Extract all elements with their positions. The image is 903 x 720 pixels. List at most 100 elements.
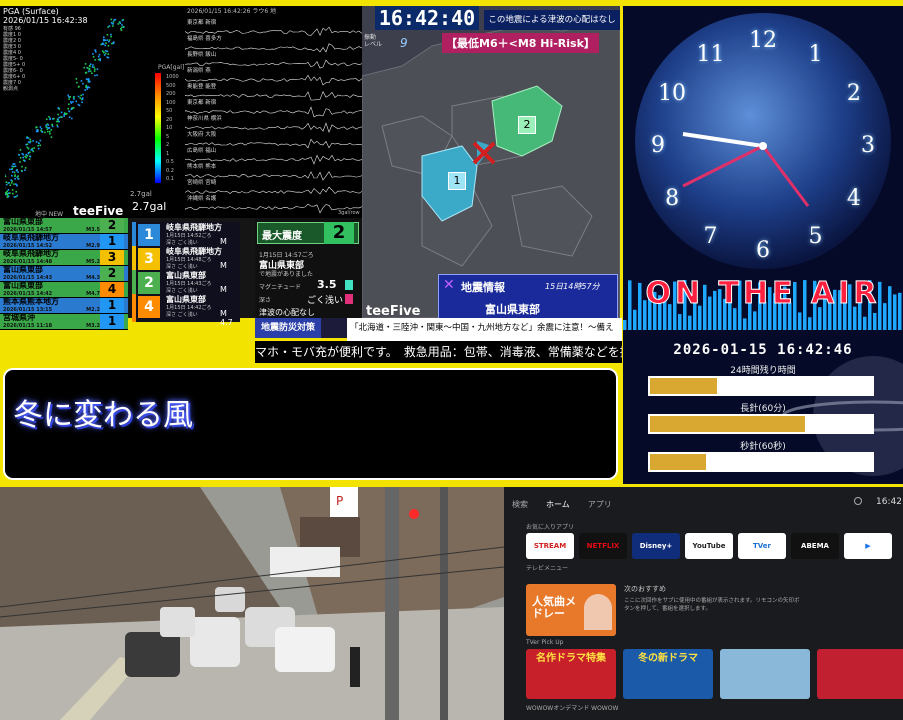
history-row[interactable]: 富山県東部 2026/01/15 14:43 M4.3 2 bbox=[0, 266, 128, 282]
tsunami-message: この地震による津波の心配はなし bbox=[484, 10, 620, 30]
wave-footer: 3gal/row bbox=[338, 210, 360, 216]
app-tile[interactable]: NETFLIX bbox=[579, 533, 627, 559]
pga-station-dot bbox=[72, 101, 74, 103]
scale-tick: 50 bbox=[166, 107, 179, 116]
recommend-thumb[interactable]: 人気曲メドレー bbox=[526, 584, 616, 636]
pga-station-dot bbox=[68, 103, 70, 105]
map-brand-logo: teeFive bbox=[366, 304, 420, 318]
wave-station-label: 大阪府 大阪 bbox=[187, 130, 216, 138]
history-row[interactable]: 富山県東部 2026/01/15 14:57 M3.5 2 bbox=[0, 218, 128, 234]
pga-station-dot bbox=[70, 101, 72, 103]
pga-station-dot bbox=[106, 39, 108, 41]
history-row[interactable]: 宮城県沖 2026/01/15 11:18 M3.2 1 bbox=[0, 314, 128, 330]
scale-tick: 0.2 bbox=[166, 167, 179, 176]
disaster-prep-band: 地震防災対策 「北海道・三陸沖・関東〜中国・九州地方など」余震に注意！〜備えを〜 bbox=[255, 318, 622, 338]
earthquake-map-panel: 1 2 振動 レベル 9 【最低M6＋<M8 Hi-Risk】 teeFive … bbox=[362, 6, 620, 318]
pga-scale-ticks: 1000 500 200 100 50 20 10 5 2 1 0.5 0.2 0.1 bbox=[166, 73, 179, 184]
pga-station-dot bbox=[112, 25, 114, 27]
tv-footer: WOWOWオンデマンド WOWOW bbox=[526, 703, 618, 712]
app-tile[interactable]: ABEMA bbox=[791, 533, 839, 559]
gal-small: 2.7gal bbox=[130, 190, 152, 198]
pga-station-dot bbox=[103, 52, 105, 54]
history-row[interactable]: 熊本県熊本地方 2026/01/15 13:15 M2.2 1 bbox=[0, 298, 128, 314]
wave-station-label: 奥能登 能登 bbox=[187, 82, 216, 90]
pga-station-dot bbox=[88, 81, 90, 83]
pick-tile[interactable] bbox=[720, 649, 810, 699]
card-depth: 深さ ごく浅い bbox=[166, 287, 198, 294]
app-tile[interactable]: YouTube bbox=[685, 533, 733, 559]
pga-station-dot bbox=[119, 21, 121, 23]
pga-station-dot bbox=[86, 85, 88, 87]
pga-station-dot bbox=[85, 86, 87, 88]
history-region: 富山県東部 bbox=[3, 218, 100, 226]
history-intensity: 2 bbox=[100, 266, 124, 281]
quake-history-panel: 富山県東部 2026/01/15 14:57 M3.5 2 岐阜県飛騨地方 2026/01… bbox=[0, 218, 362, 318]
pga-station-dot bbox=[46, 118, 48, 120]
pga-station-dot bbox=[107, 51, 109, 53]
pga-station-dot bbox=[111, 43, 113, 45]
tv-nav-item[interactable]: アプリ bbox=[588, 499, 612, 510]
wave-station-label: 宮崎県 宮崎 bbox=[187, 178, 216, 186]
detail-depth-label: 深さ bbox=[259, 295, 271, 304]
wave-station-label: 広島県 福山 bbox=[187, 146, 216, 154]
settings-icon[interactable] bbox=[854, 497, 862, 505]
history-row[interactable]: 富山県東部 2026/01/15 14:42 M4.7 4 bbox=[0, 282, 128, 298]
pga-station-dot bbox=[11, 168, 13, 170]
history-mag: M3.2 bbox=[86, 322, 100, 330]
pga-unit-label: PGA[gal] bbox=[158, 64, 184, 71]
max-intensity-label: 最大震度 bbox=[262, 227, 302, 242]
pga-station-dot bbox=[117, 23, 119, 25]
app-tile[interactable]: ▶ bbox=[844, 533, 892, 559]
quake-detail: 最大震度 2 1月15日 14:57ごろ 富山県東部 で地震がありました マグニ… bbox=[255, 218, 362, 318]
pga-station-dot bbox=[108, 41, 110, 43]
history-row[interactable]: 岐阜県飛騨地方 2026/01/15 14:52 M2.9 1 bbox=[0, 234, 128, 250]
pga-station-dot bbox=[19, 161, 21, 163]
pga-station-dot bbox=[97, 68, 99, 70]
pga-station-dot bbox=[113, 21, 115, 23]
pga-station-dot bbox=[17, 178, 19, 180]
pga-station-dot bbox=[28, 148, 30, 150]
performer-image bbox=[584, 594, 612, 630]
pga-station-dot bbox=[15, 165, 17, 167]
visualizer-bar bbox=[808, 317, 812, 330]
clock-hands bbox=[623, 6, 903, 276]
pick-tile[interactable] bbox=[817, 649, 903, 699]
card-time: 1月15日 14:42ごろ bbox=[166, 304, 212, 311]
pga-station-dot bbox=[109, 39, 111, 41]
pick-tile[interactable]: 名作ドラマ特集 bbox=[526, 649, 616, 699]
history-mag: M3.5 bbox=[86, 226, 100, 234]
pga-station-dot bbox=[24, 160, 26, 162]
pga-station-dot bbox=[25, 167, 27, 169]
visualizer-bar bbox=[753, 311, 757, 330]
wave-station-label: 長野県 飯山 bbox=[187, 50, 216, 58]
quake-card[interactable]: 4 富山県東部 1月15日 14:42ごろ 深さ ごく浅い M 4.7 bbox=[132, 294, 240, 322]
pick-tile[interactable]: 冬の新ドラマ bbox=[623, 649, 713, 699]
pga-station-dot bbox=[108, 45, 110, 47]
detail-note: で地震がありました bbox=[259, 269, 313, 278]
app-tile[interactable]: Disney+ bbox=[632, 533, 680, 559]
tv-nav-item[interactable]: 検索 bbox=[512, 499, 528, 510]
card-depth: 深さ ごく浅い bbox=[166, 263, 198, 270]
visualizer-bar bbox=[678, 314, 682, 330]
pga-station-dot bbox=[78, 104, 80, 106]
pga-station-dot bbox=[86, 88, 88, 90]
card-depth: 深さ ごく浅い bbox=[166, 239, 198, 246]
japan-pga-map bbox=[5, 14, 135, 204]
recommend-desc: ここに次回作をサブに使用中の番組が表示されます。リモコンの矢印ボタンを押して、番… bbox=[624, 597, 804, 613]
history-region: 岐阜県飛騨地方 bbox=[3, 234, 100, 242]
pga-station-dot bbox=[29, 158, 31, 160]
info-time: 15日14時57分 bbox=[545, 281, 600, 292]
card-depth: 深さ ごく浅い bbox=[166, 311, 198, 318]
seismic-monitor-panel: PGA (Surface) 2026/01/15 16:42:38 有感 96 震… bbox=[0, 6, 362, 218]
pga-station-dot bbox=[102, 43, 104, 45]
app-tile[interactable]: STREAM bbox=[526, 533, 574, 559]
pga-station-dot bbox=[51, 136, 53, 138]
history-row[interactable]: 岐阜県飛騨地方 2026/01/15 14:48 M5.2 3 bbox=[0, 250, 128, 266]
app-tile[interactable]: TVer bbox=[738, 533, 786, 559]
gal-value: 2.7gal bbox=[132, 200, 166, 213]
pga-station-dot bbox=[20, 149, 22, 151]
pga-station-dot bbox=[14, 196, 16, 198]
pga-station-dot bbox=[68, 96, 70, 98]
lyrics-text: 冬に変わる風 bbox=[13, 390, 193, 434]
tv-nav-item[interactable]: ホーム bbox=[546, 499, 570, 510]
